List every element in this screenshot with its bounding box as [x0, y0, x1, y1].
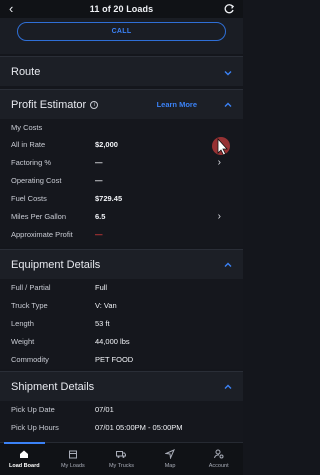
info-icon[interactable]: i — [90, 100, 99, 109]
row-label: Weight — [11, 337, 35, 346]
row-value: $729.45 — [95, 194, 123, 203]
equipment-details-list: Full / Partial Full Truck Type V: Van Le… — [0, 279, 243, 369]
row-label: Truck Type — [11, 301, 48, 310]
page-title: 11 of 20 Loads — [89, 4, 154, 14]
bottom-tab-bar: Load Board My Loads My Trucks Map Accoun… — [0, 442, 243, 475]
row-label: Full / Partial — [11, 283, 51, 292]
row-label: Operating Cost — [11, 176, 62, 185]
row-label: Factoring % — [11, 158, 52, 167]
chevron-up-icon[interactable] — [224, 261, 232, 269]
chevron-right-icon[interactable]: › — [218, 157, 221, 168]
profit-row-operating-cost: Operating Cost — — [0, 172, 243, 189]
equipment-row: Full / Partial Full — [0, 279, 243, 296]
row-label: Pick Up Hours — [11, 423, 59, 432]
shipment-details-list: Pick Up Date 07/01 Pick Up Hours 07/01 0… — [0, 401, 243, 442]
chevron-down-icon[interactable] — [224, 69, 232, 77]
shipment-details-title: Shipment Details — [11, 380, 95, 393]
profit-row-fuel-costs: Fuel Costs $729.45 — [0, 190, 243, 207]
profit-row-miles-per-gallon[interactable]: Miles Per Gallon 6.5 › — [0, 208, 243, 225]
row-label: Miles Per Gallon — [11, 212, 67, 221]
tab-label: My Trucks — [108, 463, 135, 469]
profit-row-all-in-rate[interactable]: All in Rate $2,000 › — [0, 136, 243, 153]
navigation-arrow-icon — [165, 449, 176, 459]
profit-estimator-header[interactable]: Profit Estimator i Learn More — [0, 89, 243, 119]
row-label: All in Rate — [11, 140, 46, 149]
call-section: CALL — [0, 18, 243, 54]
row-value: $2,000 — [95, 140, 118, 149]
route-section-header[interactable]: Route — [0, 56, 243, 86]
equipment-row: Truck Type V: Van — [0, 297, 243, 314]
tab-my-trucks[interactable]: My Trucks — [97, 443, 146, 475]
tab-load-board[interactable]: Load Board — [0, 442, 49, 475]
row-label: Fuel Costs — [11, 194, 47, 203]
row-value: 44,000 lbs — [95, 337, 130, 346]
chevron-right-icon[interactable]: › — [218, 211, 221, 222]
home-icon — [20, 450, 29, 458]
tab-account[interactable]: Account — [194, 443, 243, 475]
equipment-row: Commodity PET FOOD — [0, 351, 243, 368]
shipment-row: Pick Up Hours 07/01 05:00PM - 05:00PM — [0, 419, 243, 436]
back-arrow-icon[interactable]: ‹ — [9, 1, 13, 16]
my-costs-row: My Costs — [0, 119, 243, 136]
profit-estimator-list: My Costs All in Rate $2,000 › Factoring … — [0, 119, 243, 247]
row-label: Commodity — [11, 355, 49, 364]
shipment-row: Pick Up Date 07/01 — [0, 401, 243, 418]
box-icon — [68, 450, 77, 459]
tab-label: My Loads — [60, 463, 85, 469]
account-settings-icon — [213, 449, 224, 459]
row-value: V: Van — [95, 301, 117, 310]
row-value: PET FOOD — [95, 355, 134, 364]
tab-label: Map — [164, 463, 176, 469]
top-bar: ‹ 11 of 20 Loads — [0, 0, 243, 18]
chevron-up-icon[interactable] — [224, 101, 232, 109]
route-title: Route — [11, 65, 41, 78]
equipment-details-header[interactable]: Equipment Details — [0, 249, 243, 279]
profit-row-approximate-profit: Approximate Profit — — [0, 226, 243, 243]
equipment-details-title: Equipment Details — [11, 258, 101, 271]
row-label: Pick Up Date — [11, 405, 55, 414]
tab-my-loads[interactable]: My Loads — [49, 443, 98, 475]
learn-more-link[interactable]: Learn More — [157, 100, 197, 109]
mouse-cursor-icon — [212, 137, 230, 156]
chevron-up-icon[interactable] — [224, 383, 232, 391]
tab-label: Account — [208, 463, 229, 469]
row-value: — — [95, 176, 103, 185]
profit-row-factoring[interactable]: Factoring % — › — [0, 154, 243, 171]
tab-map[interactable]: Map — [146, 443, 195, 475]
shipment-details-header[interactable]: Shipment Details — [0, 371, 243, 401]
row-value: Full — [95, 283, 108, 292]
tab-label: Load Board — [9, 463, 40, 469]
equipment-row: Weight 44,000 lbs — [0, 333, 243, 350]
load-detail-content[interactable]: CALL Route Profit Estimator i Learn More… — [0, 18, 243, 442]
refresh-settings-icon[interactable] — [223, 3, 235, 15]
call-button[interactable]: CALL — [17, 22, 226, 41]
row-value: 6.5 — [95, 212, 106, 221]
my-costs-label: My Costs — [11, 123, 43, 132]
equipment-row: Length 53 ft — [0, 315, 243, 332]
row-value: 53 ft — [95, 319, 110, 328]
profit-estimator-title: Profit Estimator — [11, 98, 87, 111]
row-value: — — [95, 230, 103, 239]
row-label: Approximate Profit — [11, 230, 73, 239]
row-value: 07/01 — [95, 405, 114, 414]
truck-icon — [116, 451, 127, 458]
row-label: Length — [11, 319, 34, 328]
row-value: — — [95, 158, 103, 167]
row-value: 07/01 05:00PM - 05:00PM — [95, 423, 183, 432]
